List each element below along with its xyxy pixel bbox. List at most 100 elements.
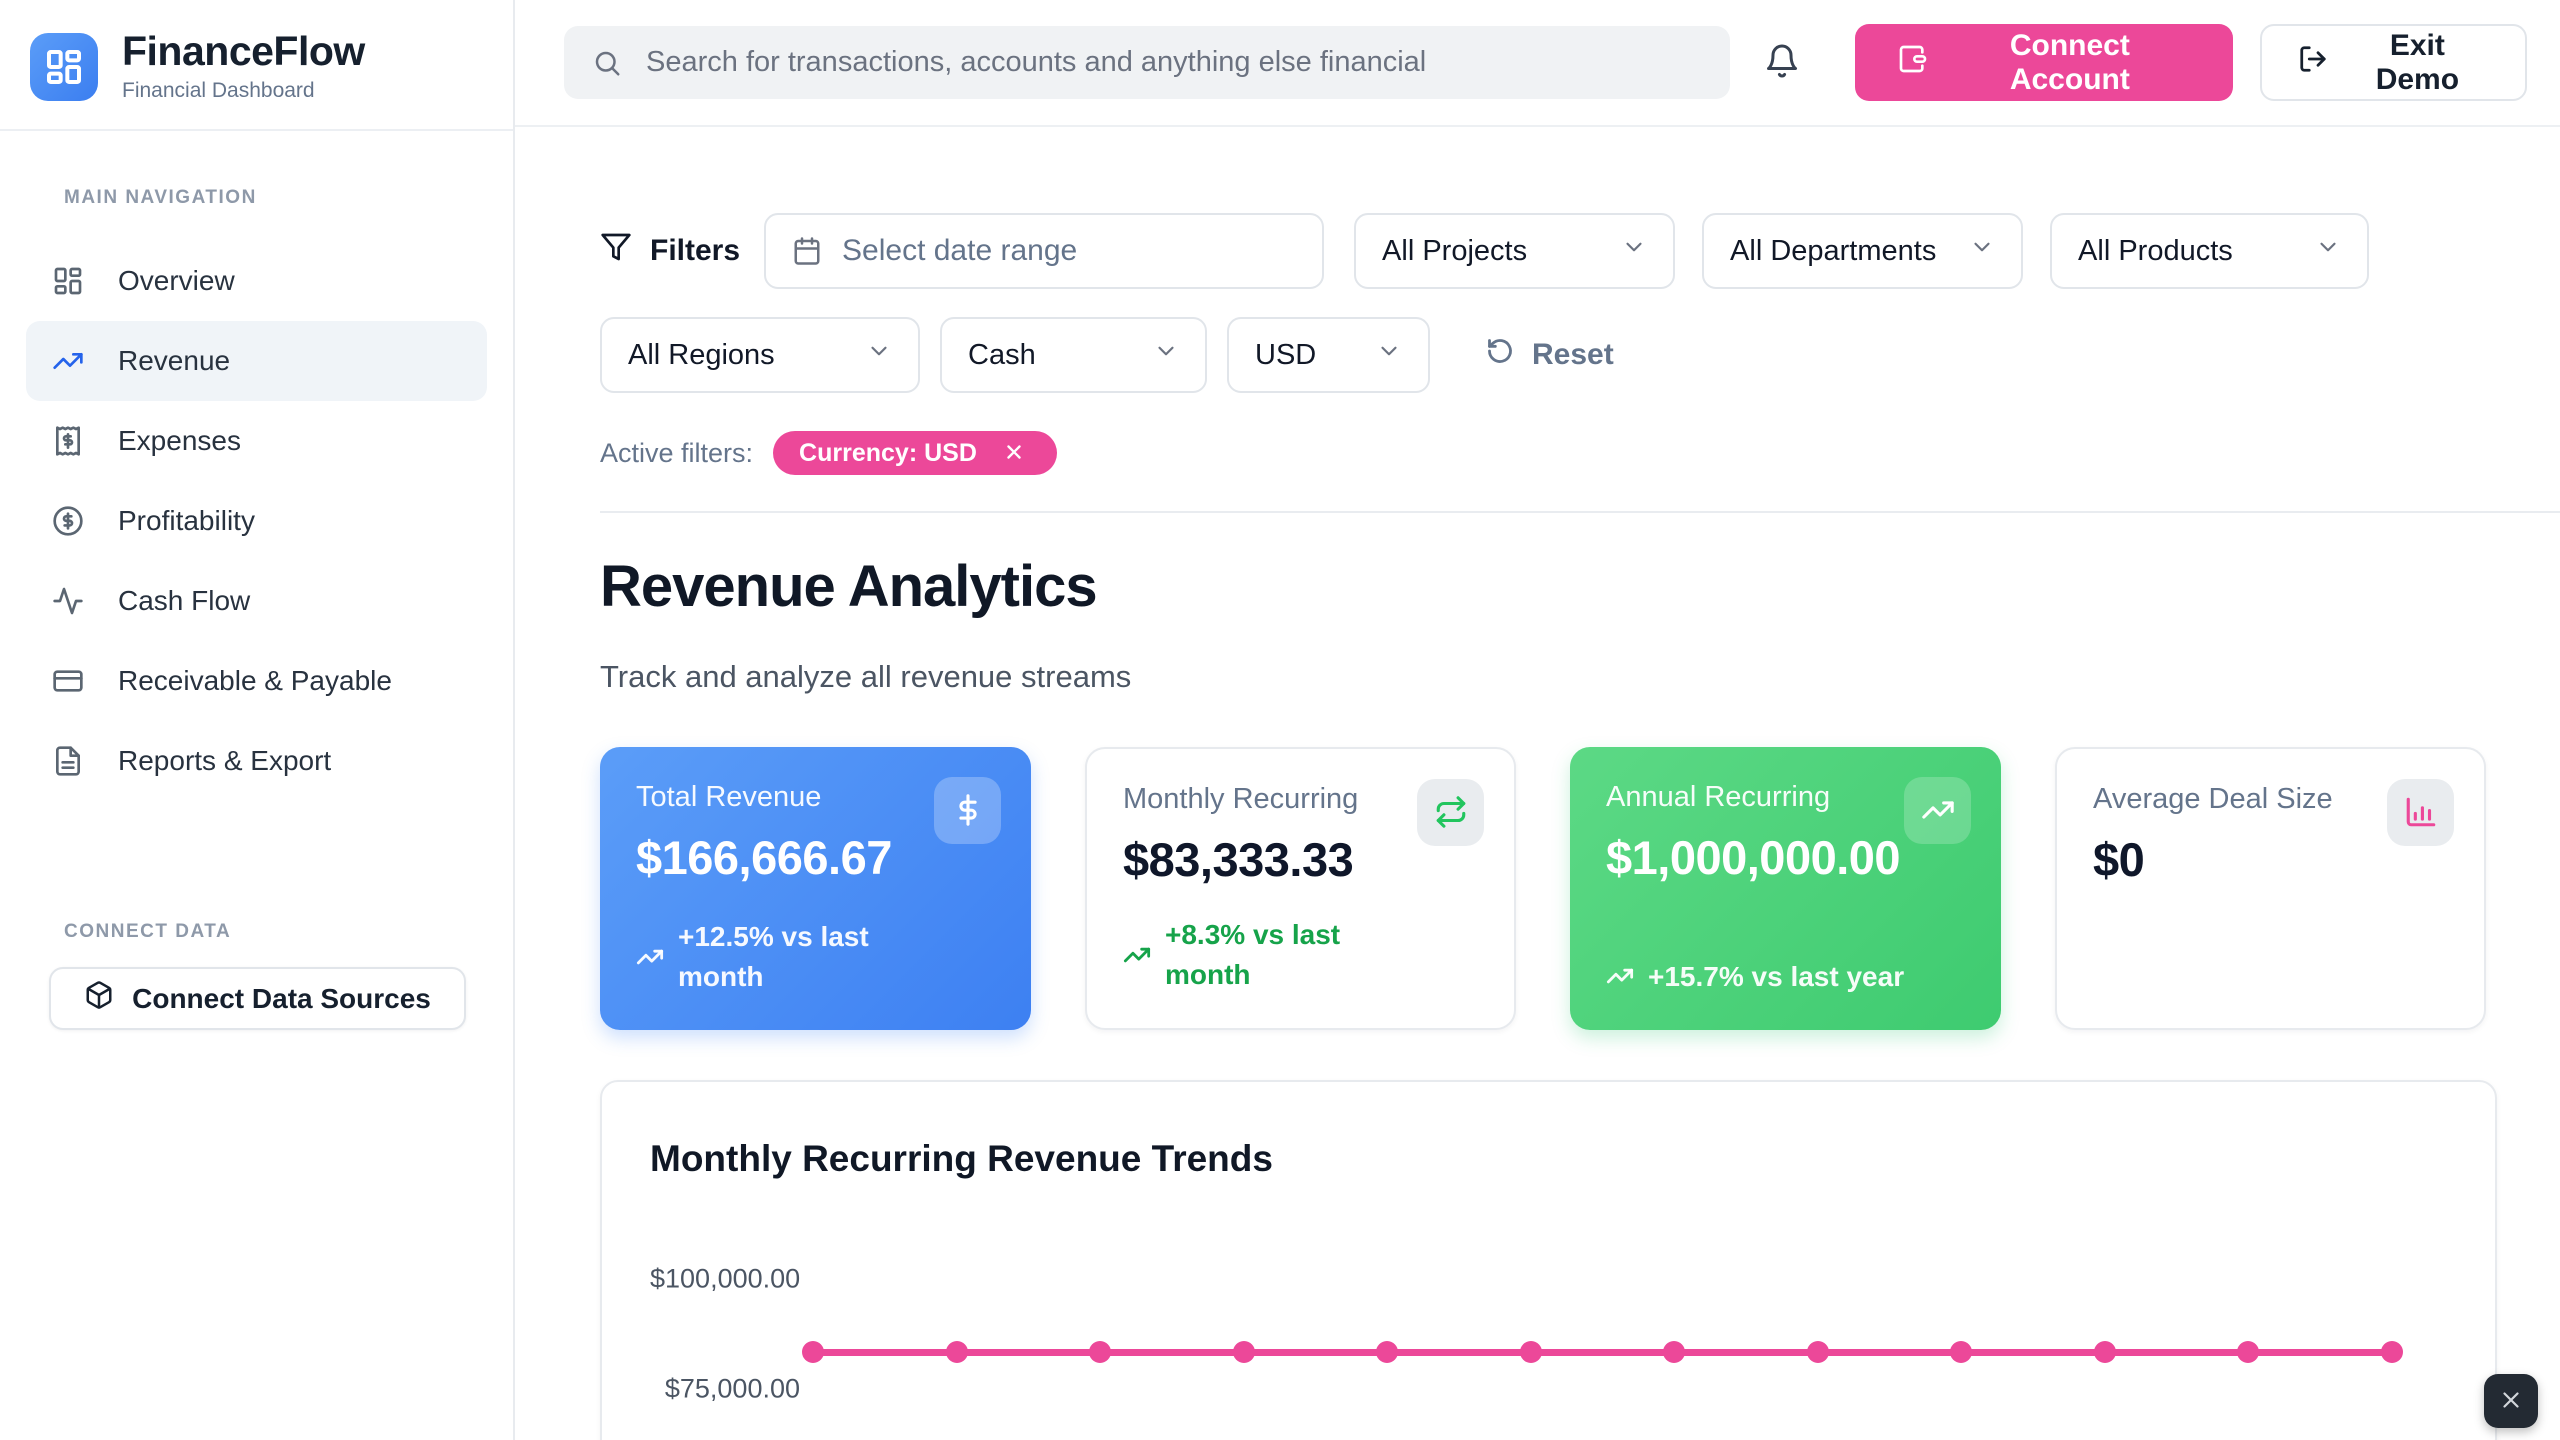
sidebar-item-expenses[interactable]: Expenses bbox=[26, 401, 487, 481]
connect-data-sources-button[interactable]: Connect Data Sources bbox=[49, 967, 466, 1030]
sidebar-item-label: Reports & Export bbox=[118, 745, 331, 777]
dropdown-value: All Products bbox=[2078, 235, 2233, 268]
chevron-down-icon bbox=[2315, 234, 2341, 268]
metric-label: Total Revenue bbox=[636, 781, 936, 814]
dropdown-usd[interactable]: USD bbox=[1227, 317, 1430, 393]
brand: FinanceFlow Financial Dashboard bbox=[0, 0, 513, 129]
app-root: FinanceFlow Financial Dashboard MAIN NAV… bbox=[0, 0, 2560, 1440]
dropdown-all-regions[interactable]: All Regions bbox=[600, 317, 920, 393]
bell-icon bbox=[1764, 43, 1800, 82]
y-axis-tick-label: $75,000.00 bbox=[650, 1373, 800, 1404]
exit-demo-button[interactable]: Exit Demo bbox=[2260, 24, 2527, 101]
app-logo-icon bbox=[30, 33, 98, 101]
metric-change: +8.3% vs last month bbox=[1123, 915, 1383, 993]
chart-data-point bbox=[2381, 1341, 2403, 1363]
credit-card-icon bbox=[52, 663, 88, 699]
chart-data-point bbox=[1233, 1341, 1255, 1363]
y-axis-tick-label: $100,000.00 bbox=[650, 1263, 800, 1294]
dropdowns-row-2: All Regions Cash USD bbox=[600, 317, 1430, 393]
reset-label: Reset bbox=[1532, 338, 1614, 372]
floating-close-button[interactable] bbox=[2484, 1374, 2538, 1428]
filters-row-1: Filters Select date range All ProjectsAl… bbox=[600, 213, 2533, 289]
filters-title: Filters bbox=[600, 231, 740, 271]
chart-data-point bbox=[2237, 1341, 2259, 1363]
dropdown-all-products[interactable]: All Products bbox=[2050, 213, 2369, 289]
nav-section-label: MAIN NAVIGATION bbox=[64, 187, 513, 209]
active-filter-chip: Currency: USD bbox=[773, 431, 1057, 475]
chart-data-point bbox=[946, 1341, 968, 1363]
sidebar-item-label: Expenses bbox=[118, 425, 241, 457]
sidebar-item-receivable-payable[interactable]: Receivable & Payable bbox=[26, 641, 487, 721]
sidebar-item-profitability[interactable]: Profitability bbox=[26, 481, 487, 561]
metric-card-total-revenue: Total Revenue$166,666.67+12.5% vs last m… bbox=[600, 747, 1031, 1030]
chevron-down-icon bbox=[866, 338, 892, 372]
circle-dollar-icon bbox=[52, 503, 88, 539]
dropdown-value: All Projects bbox=[1382, 235, 1527, 268]
chart-line-series bbox=[813, 1349, 2392, 1356]
connect-section-label: CONNECT DATA bbox=[64, 921, 513, 943]
search-icon bbox=[592, 48, 622, 78]
sidebar-item-label: Overview bbox=[118, 265, 235, 297]
brand-text: FinanceFlow Financial Dashboard bbox=[122, 30, 365, 103]
notifications-button[interactable] bbox=[1752, 32, 1813, 94]
activity-icon bbox=[52, 583, 88, 619]
chart-data-point bbox=[1663, 1341, 1685, 1363]
dropdowns-row-1: All Projects All Departments All Products bbox=[1354, 213, 2369, 289]
trending-up-icon bbox=[52, 343, 88, 379]
chart-data-point bbox=[1520, 1341, 1542, 1363]
page-subtitle: Track and analyze all revenue streams bbox=[600, 659, 2533, 695]
dropdown-all-departments[interactable]: All Departments bbox=[1702, 213, 2023, 289]
remove-filter-button[interactable] bbox=[997, 440, 1031, 467]
metric-label: Average Deal Size bbox=[2093, 783, 2393, 816]
close-icon bbox=[1003, 441, 1025, 466]
chart-data-point bbox=[802, 1341, 824, 1363]
metric-change-text: +8.3% vs last month bbox=[1165, 915, 1383, 993]
metric-card-annual-recurring: Annual Recurring$1,000,000.00+15.7% vs l… bbox=[1570, 747, 2001, 1030]
section-divider bbox=[600, 511, 2560, 513]
chart-data-point bbox=[2094, 1341, 2116, 1363]
metric-change: +12.5% vs last month bbox=[636, 917, 936, 995]
chevron-down-icon bbox=[1621, 234, 1647, 268]
date-range-placeholder: Select date range bbox=[842, 234, 1077, 268]
bar-chart-icon bbox=[2387, 779, 2454, 846]
sidebar-item-label: Cash Flow bbox=[118, 585, 250, 617]
wallet-icon bbox=[1897, 43, 1929, 83]
chart-title: Monthly Recurring Revenue Trends bbox=[650, 1138, 1273, 1180]
trending-up-icon bbox=[1123, 941, 1151, 969]
app-title: FinanceFlow bbox=[122, 30, 365, 73]
page-title: Revenue Analytics bbox=[600, 553, 2533, 620]
dropdown-value: USD bbox=[1255, 339, 1316, 372]
chevron-down-icon bbox=[1153, 338, 1179, 372]
chart-data-point bbox=[1376, 1341, 1398, 1363]
dropdown-all-projects[interactable]: All Projects bbox=[1354, 213, 1675, 289]
chevron-down-icon bbox=[1969, 234, 1995, 268]
date-range-input[interactable]: Select date range bbox=[764, 213, 1324, 289]
exit-demo-label: Exit Demo bbox=[2346, 29, 2489, 97]
connect-account-button[interactable]: Connect Account bbox=[1855, 24, 2233, 101]
chart-card: Monthly Recurring Revenue Trends $100,00… bbox=[600, 1080, 2497, 1440]
sidebar-item-overview[interactable]: Overview bbox=[26, 241, 487, 321]
main-content: Filters Select date range All ProjectsAl… bbox=[515, 127, 2560, 1440]
dropdown-value: All Regions bbox=[628, 339, 775, 372]
sidebar-item-revenue[interactable]: Revenue bbox=[26, 321, 487, 401]
calendar-icon bbox=[792, 236, 822, 266]
active-filter-chip-label: Currency: USD bbox=[799, 439, 977, 468]
sidebar-item-cash-flow[interactable]: Cash Flow bbox=[26, 561, 487, 641]
active-filters-label: Active filters: bbox=[600, 438, 753, 469]
topbar: Connect Account Exit Demo bbox=[515, 0, 2560, 127]
metric-change-text: +12.5% vs last month bbox=[678, 917, 936, 995]
chart-data-point bbox=[1089, 1341, 1111, 1363]
funnel-icon bbox=[600, 231, 632, 271]
reset-filters-button[interactable]: Reset bbox=[1480, 336, 1620, 374]
dropdown-cash[interactable]: Cash bbox=[940, 317, 1207, 393]
search-bar bbox=[564, 26, 1730, 99]
sidebar-item-reports-export[interactable]: Reports & Export bbox=[26, 721, 487, 801]
box-icon bbox=[84, 980, 114, 1017]
chevron-down-icon bbox=[1376, 338, 1402, 372]
log-out-icon bbox=[2298, 44, 2328, 82]
dropdown-value: Cash bbox=[968, 339, 1036, 372]
search-input[interactable] bbox=[644, 45, 1702, 80]
trending-up-icon bbox=[636, 943, 664, 971]
active-filters-row: Active filters: Currency: USD bbox=[600, 431, 2533, 475]
metric-label: Annual Recurring bbox=[1606, 781, 1906, 814]
